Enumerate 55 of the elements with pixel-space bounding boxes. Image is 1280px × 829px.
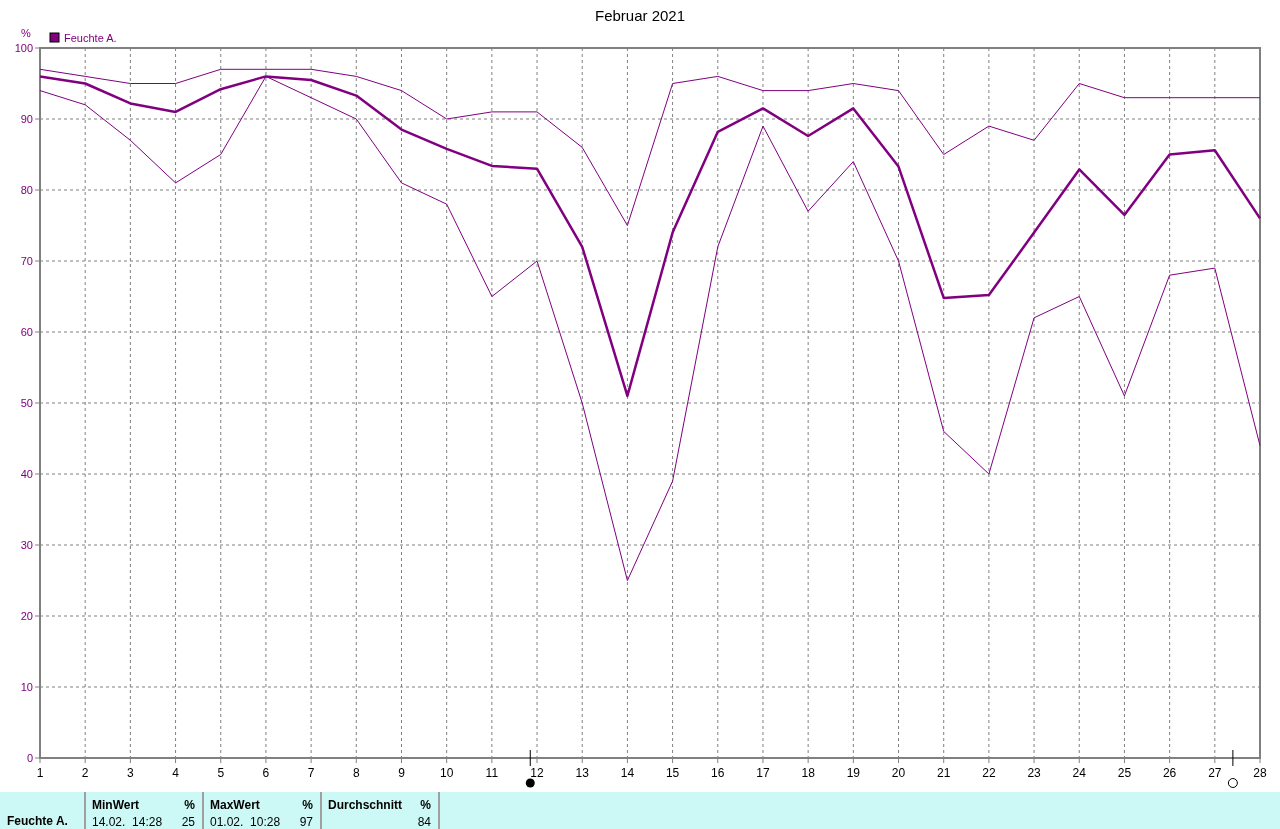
x-tick-label: 19 bbox=[846, 766, 860, 780]
x-tick-label: 11 bbox=[485, 766, 499, 780]
stat-value: 84 bbox=[417, 815, 431, 829]
x-tick-label: 16 bbox=[711, 766, 725, 780]
x-tick-label: 15 bbox=[665, 766, 680, 780]
legend-label: Feuchte A. bbox=[64, 32, 117, 44]
x-tick-label: 18 bbox=[801, 766, 815, 780]
x-tick-label: 21 bbox=[937, 766, 951, 780]
x-tick-label: 6 bbox=[262, 766, 270, 780]
x-tick-label: 12 bbox=[530, 766, 544, 780]
column-header: MinWert bbox=[92, 798, 140, 812]
stat-value: 97 bbox=[299, 815, 313, 829]
y-tick-label: 60 bbox=[20, 326, 33, 338]
y-tick-label: 0 bbox=[26, 752, 33, 764]
x-tick-label: 9 bbox=[398, 766, 405, 780]
x-tick-label: 24 bbox=[1072, 766, 1086, 780]
y-tick-label: 70 bbox=[20, 255, 33, 267]
x-tick-label: 23 bbox=[1027, 766, 1041, 780]
row-label: Feuchte A. bbox=[7, 814, 68, 828]
x-tick-label: 1 bbox=[36, 766, 44, 780]
x-tick-label: 4 bbox=[172, 766, 179, 780]
y-tick-label: 20 bbox=[20, 610, 33, 622]
x-tick-label: 13 bbox=[575, 766, 589, 780]
x-tick-label: 27 bbox=[1208, 766, 1222, 780]
hollow-circle-marker bbox=[1227, 749, 1238, 788]
axis-unit: % bbox=[21, 27, 31, 39]
timestamp: 01.02. 10:28 bbox=[210, 815, 281, 829]
unit-label: % bbox=[420, 798, 431, 812]
x-tick-label: 25 bbox=[1117, 766, 1132, 780]
y-tick-label: 50 bbox=[20, 397, 33, 409]
y-tick-label: 100 bbox=[14, 42, 33, 54]
y-tick-label: 40 bbox=[20, 468, 33, 480]
x-tick-label: 10 bbox=[440, 766, 454, 780]
y-tick-label: 10 bbox=[20, 681, 33, 693]
timestamp: 14.02. 14:28 bbox=[92, 815, 163, 829]
unit-label: % bbox=[302, 798, 313, 812]
x-tick-label: 17 bbox=[756, 766, 770, 780]
stat-value: 25 bbox=[181, 815, 195, 829]
y-tick-label: 90 bbox=[20, 113, 33, 125]
x-tick-label: 14 bbox=[620, 766, 635, 780]
x-tick-label: 20 bbox=[891, 766, 906, 780]
x-tick-label: 3 bbox=[127, 766, 134, 780]
column-header: MaxWert bbox=[210, 798, 260, 812]
x-tick-label: 5 bbox=[217, 766, 225, 780]
y-tick-label: 80 bbox=[20, 184, 33, 196]
x-tick-label: 2 bbox=[81, 766, 89, 780]
x-tick-label: 22 bbox=[982, 766, 996, 780]
unit-label: % bbox=[184, 798, 195, 812]
column-header: Durchschnitt bbox=[328, 798, 402, 812]
x-tick-label: 26 bbox=[1162, 766, 1177, 780]
x-tick-label: 7 bbox=[307, 766, 315, 780]
chart-title: Februar 2021 bbox=[594, 7, 686, 24]
x-tick-label: 28 bbox=[1253, 766, 1267, 780]
y-tick-label: 30 bbox=[20, 539, 33, 551]
x-tick-label: 8 bbox=[352, 766, 360, 780]
